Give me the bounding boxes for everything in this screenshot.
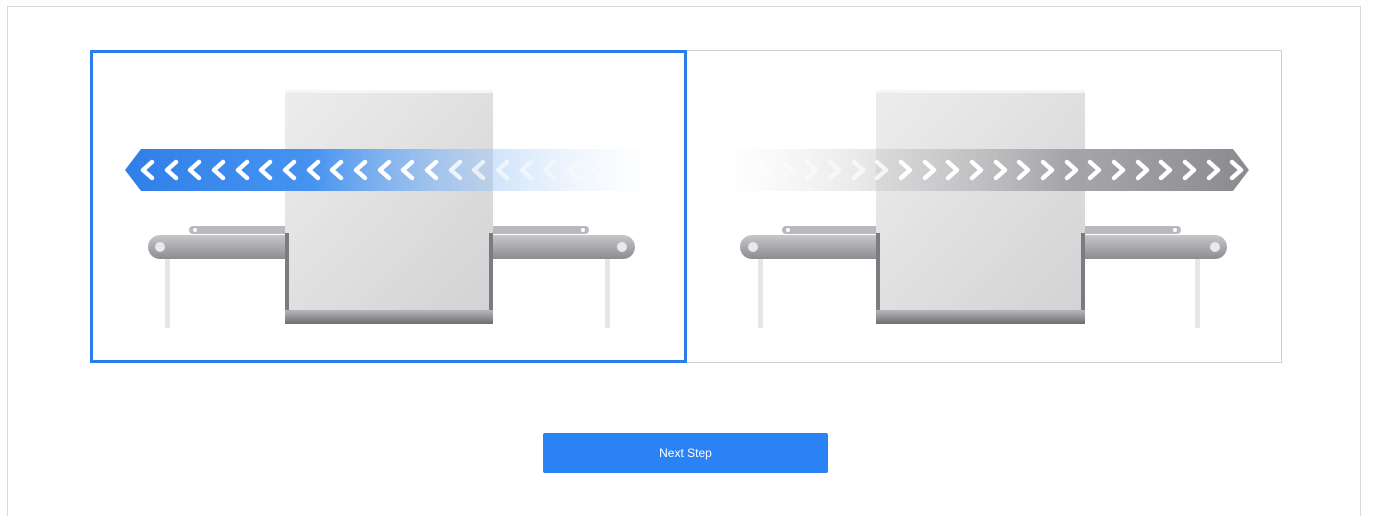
option-right-direction[interactable] — [686, 50, 1282, 363]
next-step-button[interactable]: Next Step — [543, 433, 828, 473]
scanner-conveyor-left-flow-icon — [125, 90, 659, 328]
option-left-direction[interactable] — [90, 50, 687, 363]
direction-options — [90, 50, 1282, 363]
scanner-conveyor-right-flow-icon — [723, 90, 1249, 328]
